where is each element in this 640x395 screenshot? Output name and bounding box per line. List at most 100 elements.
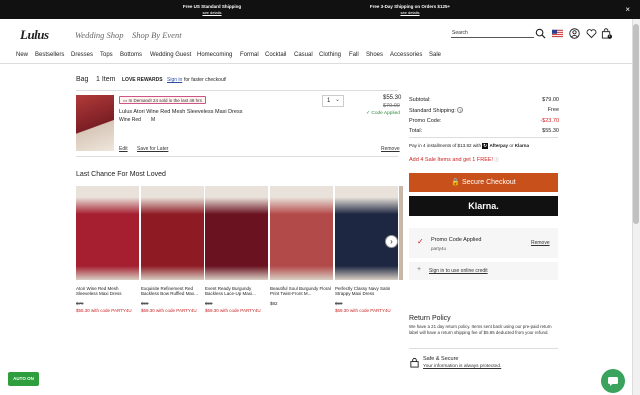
nav-cocktail[interactable]: Cocktail [265, 52, 286, 58]
promo-applied-title: Promo Code Applied [431, 237, 482, 243]
edit-link[interactable]: Edit [119, 146, 128, 152]
secure-checkout-button[interactable]: 🔒 Secure Checkout [409, 173, 558, 192]
nav-sale[interactable]: Sale [429, 52, 441, 58]
code-applied-text: Code Applied [371, 111, 400, 116]
installments-row: Pay in 4 installments of $13.82 with ↻ A… [409, 143, 529, 149]
bag-header: Bag 1 Item LOVE REWARDS Sign in for fast… [76, 73, 398, 91]
sale-offer[interactable]: Add 4 Sale Items and get 1 FREE! ⓘ [409, 157, 499, 163]
quantity-select[interactable]: 1 ⌄ [322, 95, 344, 107]
nav-bestsellers[interactable]: Bestsellers [35, 52, 64, 58]
padlock-icon [410, 357, 419, 368]
auto-on-button[interactable]: AUTO ON [8, 372, 39, 386]
sign-in-credit-link[interactable]: Sign in to use online credit [429, 268, 488, 274]
product-code: with code PARTY4U [156, 308, 197, 313]
close-icon[interactable]: × [625, 5, 630, 14]
promo-remove-link[interactable]: Remove [531, 240, 550, 246]
promo-right-link[interactable]: see details [362, 10, 458, 16]
subtotal-label: Subtotal: [409, 97, 431, 103]
shipping-label: Standard Shipping: [409, 108, 456, 114]
bag-count: 1 Item [96, 76, 116, 83]
product-name[interactable]: Atori Wine Red Mesh Sleeveless Maxi Dres… [76, 286, 139, 296]
installments-or: or [509, 143, 514, 148]
check-icon: ✓ [366, 111, 371, 116]
carousel-next-button[interactable]: › [385, 235, 398, 248]
nav-accessories[interactable]: Accessories [390, 52, 422, 58]
search-icon[interactable] [535, 28, 546, 39]
safe-text[interactable]: Your information is always protected. [423, 364, 501, 369]
product-old-price: $99 [335, 301, 343, 306]
total-row: Total: $55.30 [409, 128, 559, 134]
nav-fall[interactable]: Fall [349, 52, 359, 58]
product-name[interactable]: Perfectly Classy Navy Satin Strappy Maxi… [335, 286, 398, 296]
product-price: $69.30 with code PARTY4U [335, 308, 391, 313]
lock-icon: 🔒 [451, 179, 461, 186]
product-name[interactable]: Exquisite Refinement Red Backless Bow Ru… [141, 286, 204, 296]
code-applied: ✓ Code Applied [366, 111, 400, 116]
search-input[interactable]: Search [451, 28, 534, 38]
chevron-down-icon: ⌄ [334, 97, 340, 103]
afterpay-label[interactable]: Afterpay [489, 143, 508, 148]
remove-link[interactable]: Remove [381, 146, 400, 152]
product-image[interactable] [141, 186, 204, 280]
tab-shop-by-event[interactable]: Shop By Event [132, 30, 182, 40]
nav-bottoms[interactable]: Bottoms [120, 52, 142, 58]
scrollbar-thumb[interactable] [633, 24, 639, 224]
item-old-price: $79.00 [383, 103, 400, 109]
safe-title: Safe & Secure [423, 356, 459, 362]
nav-new[interactable]: New [16, 52, 28, 58]
cart-count: 1 [608, 34, 611, 38]
product-image[interactable] [270, 186, 333, 280]
promo-left-link[interactable]: see details [176, 10, 248, 16]
product-price: $69.30 with code PARTY4U [141, 308, 197, 313]
nav-dresses[interactable]: Dresses [71, 52, 93, 58]
product-name[interactable]: Event Ready Burgundy Backless Lace-Up Ma… [205, 286, 268, 296]
klarna-small-label[interactable]: Klarna [515, 143, 529, 148]
account-icon[interactable] [569, 28, 580, 39]
nav-casual[interactable]: Casual [294, 52, 313, 58]
product-name[interactable]: Beautiful Soul Burgundy Floral Print Twi… [270, 286, 333, 296]
promo-left[interactable]: Free US Standard Shipping see details [176, 4, 248, 16]
nav-shoes[interactable]: Shoes [366, 52, 383, 58]
help-icon: ⓘ [494, 157, 500, 162]
product-old-price: $99 [141, 301, 149, 306]
nav-homecoming[interactable]: Homecoming [197, 52, 232, 58]
product-price: $69.30 with code PARTY4U [205, 308, 261, 313]
nav-tops[interactable]: Tops [100, 52, 113, 58]
promo-code-value: party4u [431, 246, 447, 251]
klarna-button[interactable]: Klarna. [409, 196, 558, 216]
product-image[interactable] [335, 186, 398, 280]
total-value: $55.30 [542, 128, 559, 134]
item-color: Wine Red [119, 117, 141, 123]
return-policy-text: We have a 21 day return policy. Items se… [409, 324, 552, 335]
subtotal-value: $79.00 [542, 97, 559, 103]
installments-text: Pay in 4 installments of $13.82 with [409, 143, 482, 148]
bag-title: Bag [76, 76, 89, 83]
promo-label: Promo Code: [409, 118, 442, 124]
chat-button[interactable] [601, 369, 625, 393]
us-flag-icon[interactable] [552, 28, 563, 39]
in-demand-text: In Demand! 24 sold in the last 48 hrs [128, 98, 202, 103]
shipping-row: Standard Shipping: ? Free [409, 107, 559, 114]
product-sale-price: $55.30 [76, 308, 90, 313]
sale-offer-text: Add 4 Sale Items and get 1 FREE! [409, 157, 494, 163]
nav-wedding-guest[interactable]: Wedding Guest [150, 52, 191, 58]
item-name[interactable]: Lulus Atori Wine Red Mesh Sleeveless Max… [119, 109, 243, 115]
promo-right[interactable]: Free 3-Day Shipping on Orders $125+ see … [362, 4, 458, 16]
product-sale-price: $69.30 [205, 308, 219, 313]
product-code: with code PARTY4U [91, 308, 132, 313]
save-for-later-link[interactable]: Save for Later [137, 146, 168, 152]
logo[interactable]: Lulus [20, 27, 49, 43]
info-icon[interactable]: ? [457, 107, 464, 113]
product-image[interactable] [205, 186, 268, 280]
item-image[interactable] [76, 95, 114, 151]
sign-in-link[interactable]: Sign in [167, 77, 182, 83]
promo-value: -$23.70 [540, 118, 559, 124]
promo-row: Promo Code: -$23.70 [409, 118, 559, 124]
sign-in-suffix: for faster checkout! [184, 77, 227, 83]
nav-formal[interactable]: Formal [240, 52, 259, 58]
nav-clothing[interactable]: Clothing [319, 52, 341, 58]
product-image[interactable] [76, 186, 139, 280]
product-image-partial[interactable] [399, 186, 403, 280]
tab-wedding-shop[interactable]: Wedding Shop [75, 30, 124, 40]
heart-icon[interactable] [586, 28, 597, 39]
